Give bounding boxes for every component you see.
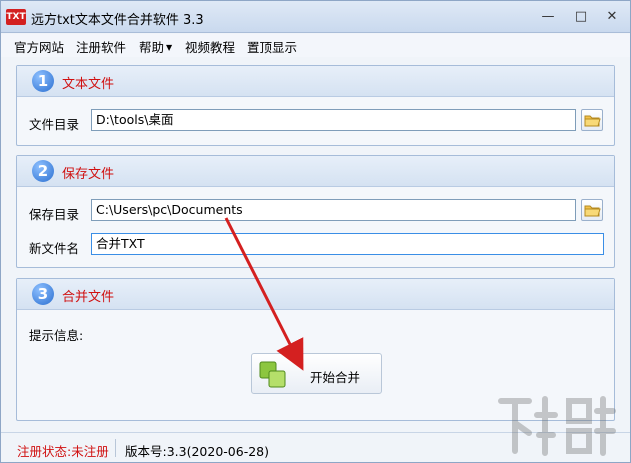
merge-icon [259, 361, 286, 388]
watermark-logo [498, 396, 616, 456]
registration-status: 注册状态:未注册 [17, 444, 109, 459]
file-dir-input[interactable]: D:\tools\桌面 [91, 109, 576, 131]
menu-help-label: 帮助 [139, 40, 165, 55]
start-merge-label: 开始合并 [310, 370, 361, 385]
section-title: 合并文件 [62, 290, 115, 305]
info-label: 提示信息: [29, 328, 84, 343]
menu-register[interactable]: 注册软件 [76, 37, 126, 56]
save-dir-label: 保存目录 [29, 207, 80, 222]
step-number-badge: 2 [32, 160, 54, 182]
new-filename-input[interactable]: 合并TXT [91, 233, 604, 255]
status-divider [115, 439, 116, 457]
close-icon[interactable]: ✕ [601, 7, 623, 27]
menu-help[interactable]: 帮助 ▼ [139, 37, 172, 56]
window-title: 远方txt文本文件合并软件 3.3 [31, 13, 204, 28]
minimize-icon[interactable]: — [537, 7, 559, 27]
section-title: 文本文件 [62, 77, 115, 92]
step-number-badge: 1 [32, 70, 54, 92]
section-text-files: 1 文本文件 [16, 65, 615, 146]
browse-save-dir-button[interactable] [581, 199, 603, 221]
browse-file-dir-button[interactable] [581, 109, 603, 131]
app-icon: TXT [6, 9, 26, 25]
maximize-icon[interactable]: □ [570, 7, 592, 27]
start-merge-button[interactable]: 开始合并 [251, 353, 382, 394]
menu-official-site[interactable]: 官方网站 [14, 37, 64, 56]
new-filename-label: 新文件名 [29, 241, 80, 256]
section-header: 1 文本文件 [17, 66, 614, 97]
section-title: 保存文件 [62, 167, 115, 182]
file-dir-label: 文件目录 [29, 117, 80, 132]
menu-pin-on-top[interactable]: 置顶显示 [247, 37, 297, 56]
version-info: 版本号:3.3(2020-06-28) [125, 444, 269, 459]
menu-video-tutorial[interactable]: 视频教程 [185, 37, 235, 56]
section-header: 2 保存文件 [17, 156, 614, 187]
step-number-badge: 3 [32, 283, 54, 305]
title-bar[interactable]: TXT 远方txt文本文件合并软件 3.3 — □ ✕ [1, 1, 630, 33]
menu-bar: 官方网站 注册软件 帮助 ▼ 视频教程 置顶显示 [1, 34, 630, 57]
app-window: TXT 远方txt文本文件合并软件 3.3 — □ ✕ 官方网站 注册软件 帮助… [0, 0, 631, 463]
folder-icon [584, 205, 601, 217]
dropdown-arrow-icon: ▼ [166, 43, 173, 52]
folder-icon [584, 115, 601, 127]
section-header: 3 合并文件 [17, 279, 614, 310]
save-dir-input[interactable]: C:\Users\pc\Documents [91, 199, 576, 221]
